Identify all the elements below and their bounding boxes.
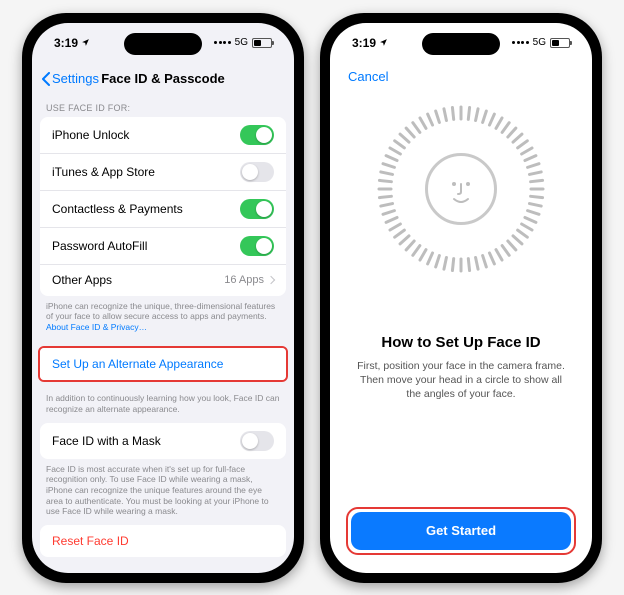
settings-content[interactable]: USE FACE ID FOR: iPhone Unlock iTunes & …	[32, 95, 294, 573]
network-label: 5G	[235, 37, 248, 48]
get-started-button[interactable]: Get Started	[351, 512, 571, 550]
footer-alt: In addition to continuously learning how…	[32, 388, 294, 422]
row-label: iTunes & App Store	[52, 165, 155, 179]
section-header-attention: ATTENTION	[32, 567, 294, 573]
face-id-graphic	[376, 104, 546, 274]
row-mask[interactable]: Face ID with a Mask	[40, 423, 286, 459]
section-header-use: USE FACE ID FOR:	[32, 95, 294, 117]
row-label: Password AutoFill	[52, 239, 147, 253]
row-autofill[interactable]: Password AutoFill	[40, 227, 286, 264]
battery-icon	[252, 38, 272, 48]
setup-description: First, position your face in the camera …	[346, 359, 576, 402]
row-itunes[interactable]: iTunes & App Store	[40, 153, 286, 190]
group-use-faceid: iPhone Unlock iTunes & App Store Contact…	[40, 117, 286, 296]
group-mask: Face ID with a Mask	[40, 423, 286, 459]
row-label: Other Apps	[52, 273, 112, 287]
row-label: Reset Face ID	[52, 534, 129, 548]
status-time: 3:19	[352, 36, 376, 50]
row-iphone-unlock[interactable]: iPhone Unlock	[40, 117, 286, 153]
row-label: Set Up an Alternate Appearance	[52, 357, 223, 371]
signal-icon	[512, 41, 529, 44]
highlight-get-started: Get Started	[346, 507, 576, 555]
back-label: Settings	[52, 71, 99, 86]
group-reset: Reset Face ID	[40, 525, 286, 557]
row-label: iPhone Unlock	[52, 128, 129, 142]
footer-mask: Face ID is most accurate when it's set u…	[32, 459, 294, 525]
status-time: 3:19	[54, 36, 78, 50]
detail-text: 16 Apps	[224, 274, 264, 286]
row-other-apps[interactable]: Other Apps 16 Apps	[40, 264, 286, 296]
face-outline-icon	[425, 153, 497, 225]
privacy-link[interactable]: About Face ID & Privacy…	[46, 322, 147, 332]
chevron-right-icon	[267, 276, 275, 284]
location-icon	[379, 36, 388, 50]
highlight-alternate-appearance: Set Up an Alternate Appearance	[38, 346, 288, 382]
row-reset-faceid[interactable]: Reset Face ID	[40, 525, 286, 557]
row-alternate-appearance[interactable]: Set Up an Alternate Appearance	[40, 348, 286, 380]
face-smile-icon	[441, 169, 481, 209]
row-label: Face ID with a Mask	[52, 434, 161, 448]
chevron-left-icon	[42, 72, 50, 86]
setup-content: Cancel How to Set Up Face ID First, posi…	[330, 63, 592, 573]
row-contactless[interactable]: Contactless & Payments	[40, 190, 286, 227]
phone-right: 3:19 5G Cancel	[320, 13, 602, 583]
dynamic-island	[422, 33, 500, 55]
switch-autofill[interactable]	[240, 236, 274, 256]
switch-itunes[interactable]	[240, 162, 274, 182]
nav-bar: Settings Face ID & Passcode	[32, 63, 294, 95]
cancel-button[interactable]: Cancel	[346, 63, 390, 84]
switch-contactless[interactable]	[240, 199, 274, 219]
screen-settings: 3:19 5G Settings Face ID & Passcode USE …	[32, 23, 294, 573]
screen-setup: 3:19 5G Cancel	[330, 23, 592, 573]
setup-title: How to Set Up Face ID	[381, 334, 540, 351]
page-title: Face ID & Passcode	[101, 71, 225, 86]
switch-mask[interactable]	[240, 431, 274, 451]
row-label: Contactless & Payments	[52, 202, 183, 216]
network-label: 5G	[533, 37, 546, 48]
signal-icon	[214, 41, 231, 44]
location-icon	[81, 36, 90, 50]
battery-icon	[550, 38, 570, 48]
phone-left: 3:19 5G Settings Face ID & Passcode USE …	[22, 13, 304, 583]
footer-use: iPhone can recognize the unique, three-d…	[32, 296, 294, 341]
back-button[interactable]: Settings	[42, 63, 99, 95]
switch-iphone-unlock[interactable]	[240, 125, 274, 145]
dynamic-island	[124, 33, 202, 55]
